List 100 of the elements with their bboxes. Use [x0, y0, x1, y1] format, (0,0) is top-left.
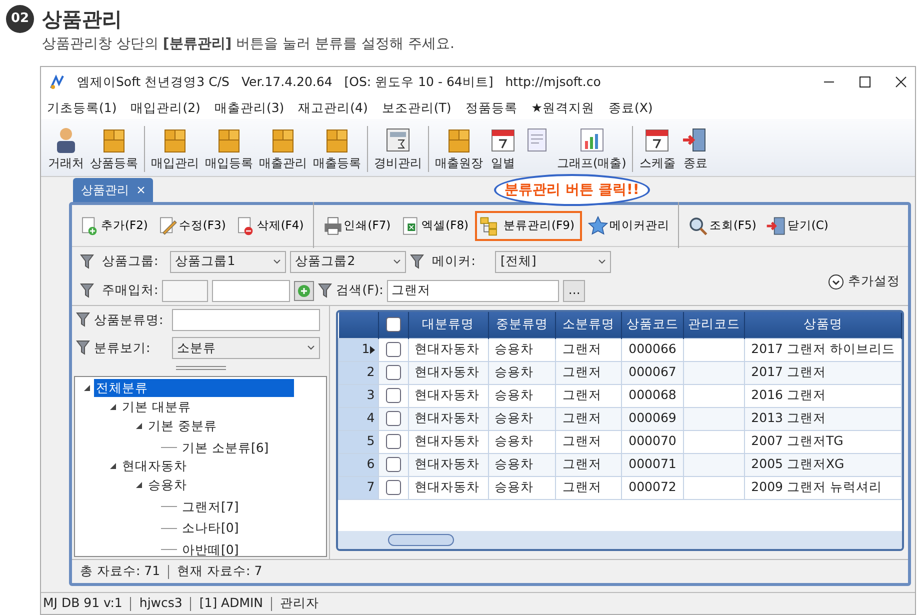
toolbar-button[interactable]: 매입등록 — [202, 126, 256, 172]
toolbar-button[interactable]: 경비관리 — [367, 126, 425, 172]
table-cell: 그랜저 — [556, 361, 622, 384]
menu-item[interactable]: 종료(X) — [608, 98, 653, 118]
toolbar-button[interactable]: 스케줄 — [632, 126, 678, 172]
table-cell: 2007 그랜저TG — [744, 430, 902, 454]
dropdown[interactable]: 상품그룹2 — [290, 250, 406, 273]
table-cell: 000068 — [622, 384, 684, 408]
input-field[interactable] — [172, 309, 320, 332]
row-number: 7 — [338, 476, 378, 500]
app-logo-icon — [49, 74, 65, 90]
toolbar-button[interactable]: 분류관리(F9) — [474, 210, 582, 240]
search-icon — [688, 216, 708, 236]
toolbar-button[interactable]: 매입관리 — [144, 126, 202, 172]
toolbar-button[interactable]: 메이커관리 — [584, 210, 674, 240]
add-button-icon — [294, 280, 314, 301]
expand-triangle-icon[interactable] — [135, 422, 143, 430]
toolbar-button[interactable]: 엑셀(F8) — [396, 210, 473, 240]
funnel-icon — [80, 282, 94, 299]
toolbar-button[interactable]: 종료 — [678, 126, 712, 172]
checkbox[interactable] — [386, 388, 401, 404]
toolbar-button[interactable]: 삭제(F4) — [232, 210, 308, 240]
version-text: Ver.17.4.20.64 — [241, 72, 332, 91]
toolbar-button[interactable]: 추가(F2) — [76, 210, 152, 240]
checkbox[interactable] — [386, 434, 401, 450]
column-header[interactable]: 상품코드 — [622, 312, 684, 338]
checkbox[interactable] — [386, 411, 401, 426]
checkbox[interactable] — [386, 365, 401, 380]
checkbox[interactable] — [386, 342, 401, 358]
input-field[interactable] — [162, 280, 208, 302]
toolbar-button[interactable]: 수정(F3) — [154, 210, 230, 240]
row-number: 6 — [338, 453, 378, 476]
expand-triangle-icon[interactable] — [109, 462, 117, 470]
table-cell: 2017 그랜저 — [744, 361, 902, 384]
status-text: hjwcs3 — [139, 594, 182, 612]
menu-item[interactable]: 정품등록 — [465, 98, 518, 118]
toolbar-button[interactable]: 매출등록 — [310, 126, 364, 172]
search-field[interactable]: 그랜저 — [387, 280, 560, 302]
filter-label: 메이커: — [432, 252, 476, 270]
expand-triangle-icon[interactable] — [135, 480, 143, 489]
chevron-down-icon — [307, 345, 315, 352]
browse-button[interactable]: ... — [563, 280, 586, 302]
url-text: http://mjsoft.co — [505, 72, 601, 91]
dropdown[interactable]: [전체] — [495, 250, 612, 273]
table-cell: 그랜저 — [556, 453, 622, 476]
tree-item[interactable]: 승용차 — [146, 476, 189, 494]
toolbar-button[interactable]: 인쇄(F7) — [318, 210, 395, 240]
toolbar-button[interactable]: 그래프(매출) — [554, 126, 630, 172]
filter-label: 분류보기: — [94, 338, 152, 357]
column-header[interactable]: 대분류명 — [408, 312, 488, 338]
toolbar-button[interactable]: 거래처 — [45, 126, 87, 172]
toolbar-button[interactable]: 매출관리 — [256, 126, 310, 172]
table-cell: 2009 그랜저 뉴럭셔리 — [744, 476, 902, 500]
tree-item[interactable]: 아반떼[0] — [180, 540, 241, 556]
column-header[interactable]: 상품명 — [744, 312, 902, 338]
checkbox[interactable] — [386, 317, 401, 332]
tree-item[interactable]: 소나타[0] — [180, 519, 241, 538]
status-text: 관리자 — [280, 594, 320, 612]
tree-item[interactable]: 현대자동차 — [120, 456, 189, 475]
menu-item[interactable]: 매출관리(3) — [214, 98, 284, 118]
column-header[interactable]: 중분류명 — [488, 312, 556, 338]
checkbox[interactable] — [386, 457, 401, 472]
toolbar-button[interactable]: 매출원장 — [428, 126, 486, 172]
tree-item[interactable]: 기본 소분류[6] — [180, 438, 271, 457]
column-header[interactable]: 관리코드 — [684, 312, 745, 338]
table-cell: 2005 그랜저XG — [744, 453, 902, 476]
splitter-handle[interactable] — [176, 366, 226, 370]
filter-label: 검색(F): — [336, 281, 384, 300]
table-cell: 승용차 — [488, 361, 556, 384]
table-cell: 000071 — [622, 453, 684, 476]
toolbar-button[interactable]: 일별 — [486, 126, 520, 172]
more-settings-link[interactable]: 추가설정 — [848, 272, 900, 292]
toolbar-button[interactable]: 닫기(C) — [762, 210, 832, 240]
menu-item[interactable]: 재고관리(4) — [298, 98, 368, 118]
dropdown[interactable]: 소분류 — [172, 337, 320, 360]
toolbar-button[interactable]: 조회(F5) — [684, 210, 760, 240]
bar-chart-icon — [578, 126, 606, 154]
section-title: 상품관리 — [42, 6, 122, 33]
tree-item[interactable]: 전체분류 — [94, 379, 294, 398]
menu-item[interactable]: 매입관리(2) — [130, 98, 200, 118]
tree-item[interactable]: 기본 대분류 — [120, 398, 193, 416]
expand-triangle-icon[interactable] — [83, 384, 91, 392]
tab[interactable]: 상품관리 — [73, 178, 153, 202]
table-cell: 000072 — [622, 476, 684, 500]
input-field[interactable] — [212, 280, 290, 302]
toolbar-button[interactable]: 상품등록 — [87, 126, 141, 172]
expand-triangle-icon[interactable] — [109, 402, 117, 411]
menu-item[interactable]: 보조관리(T) — [382, 98, 452, 118]
menu-item[interactable]: 기초등록(1) — [47, 98, 117, 118]
horizontal-scrollbar[interactable] — [338, 531, 902, 550]
column-header[interactable]: 소분류명 — [556, 312, 622, 338]
tree-item[interactable]: 그랜저[7] — [180, 498, 241, 516]
table-cell: 그랜저 — [556, 476, 622, 500]
row-number: 4 — [338, 407, 378, 430]
dropdown[interactable]: 상품그룹1 — [170, 250, 286, 273]
close-icon — [895, 76, 907, 88]
tree-item[interactable]: 기본 중분류 — [146, 416, 219, 435]
menu-item[interactable]: ★원격지원 — [531, 98, 594, 118]
table-cell: 승용차 — [488, 453, 556, 476]
checkbox[interactable] — [386, 480, 401, 496]
